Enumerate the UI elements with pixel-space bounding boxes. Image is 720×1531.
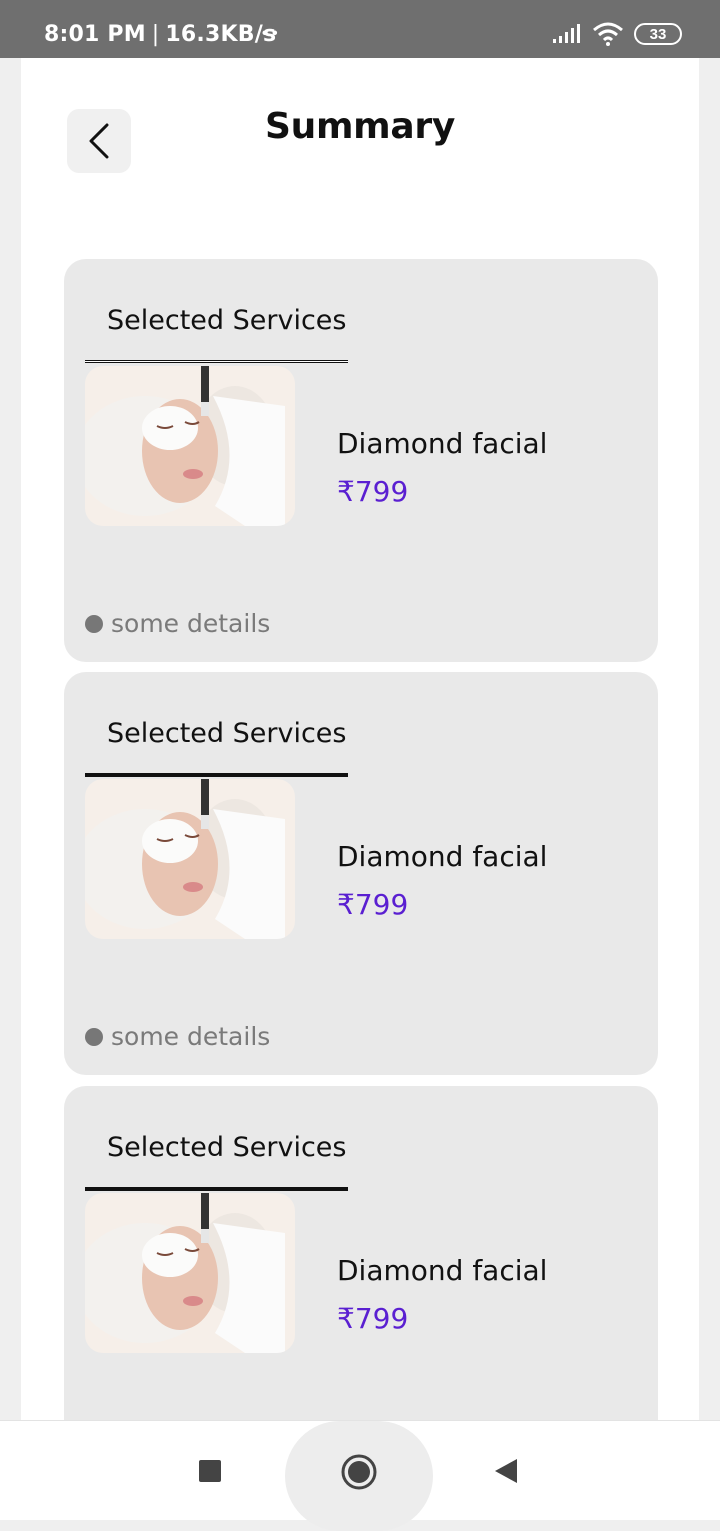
heading-underline [85, 773, 348, 777]
status-bar: 8:01 PM | 16.3KB/s • • 33 [0, 0, 720, 58]
service-name: Diamond facial [337, 427, 548, 460]
service-image [85, 1193, 295, 1353]
circle-icon [341, 1454, 377, 1490]
service-name: Diamond facial [337, 1254, 548, 1287]
service-details: some details [85, 609, 270, 638]
status-speed: 16.3KB/s [165, 22, 277, 47]
service-price: ₹799 [337, 1302, 409, 1335]
page-title: Summary [265, 106, 455, 147]
service-image [85, 779, 295, 939]
service-name: Diamond facial [337, 840, 548, 873]
summary-page: Summary Selected Services Diamond facial… [21, 58, 699, 1420]
heading-underline [85, 360, 348, 363]
card-heading: Selected Services [107, 1132, 347, 1163]
status-icons: 33 [552, 22, 682, 46]
home-button[interactable] [340, 1453, 378, 1496]
battery-indicator: 33 [634, 23, 682, 45]
nav-back-button[interactable] [493, 1457, 519, 1490]
bullet-icon [85, 1027, 103, 1046]
details-text: some details [111, 1022, 271, 1051]
status-dots: • • [262, 25, 278, 42]
card-heading: Selected Services [107, 305, 347, 336]
card-heading: Selected Services [107, 718, 347, 749]
wifi-icon [593, 22, 623, 46]
service-image [85, 366, 295, 526]
service-details: some details [85, 1022, 270, 1051]
heading-underline [85, 1187, 348, 1191]
status-time-speed: 8:01 PM | 16.3KB/s [44, 22, 277, 47]
square-icon [199, 1460, 221, 1482]
signal-icon [553, 24, 580, 43]
triangle-back-icon [495, 1459, 517, 1483]
details-text: some details [111, 609, 271, 638]
status-time: 8:01 PM [44, 22, 146, 47]
service-card[interactable]: Selected Services Diamond facial ₹799 so… [64, 672, 658, 1075]
service-price: ₹799 [337, 475, 409, 508]
service-price: ₹799 [337, 888, 409, 921]
recents-button[interactable] [198, 1459, 222, 1488]
service-card[interactable]: Selected Services Diamond facial ₹799 so… [64, 259, 658, 662]
system-nav-bar [0, 1420, 720, 1531]
service-card[interactable]: Selected Services Diamond facial ₹799 [64, 1086, 658, 1420]
bullet-icon [85, 614, 103, 633]
